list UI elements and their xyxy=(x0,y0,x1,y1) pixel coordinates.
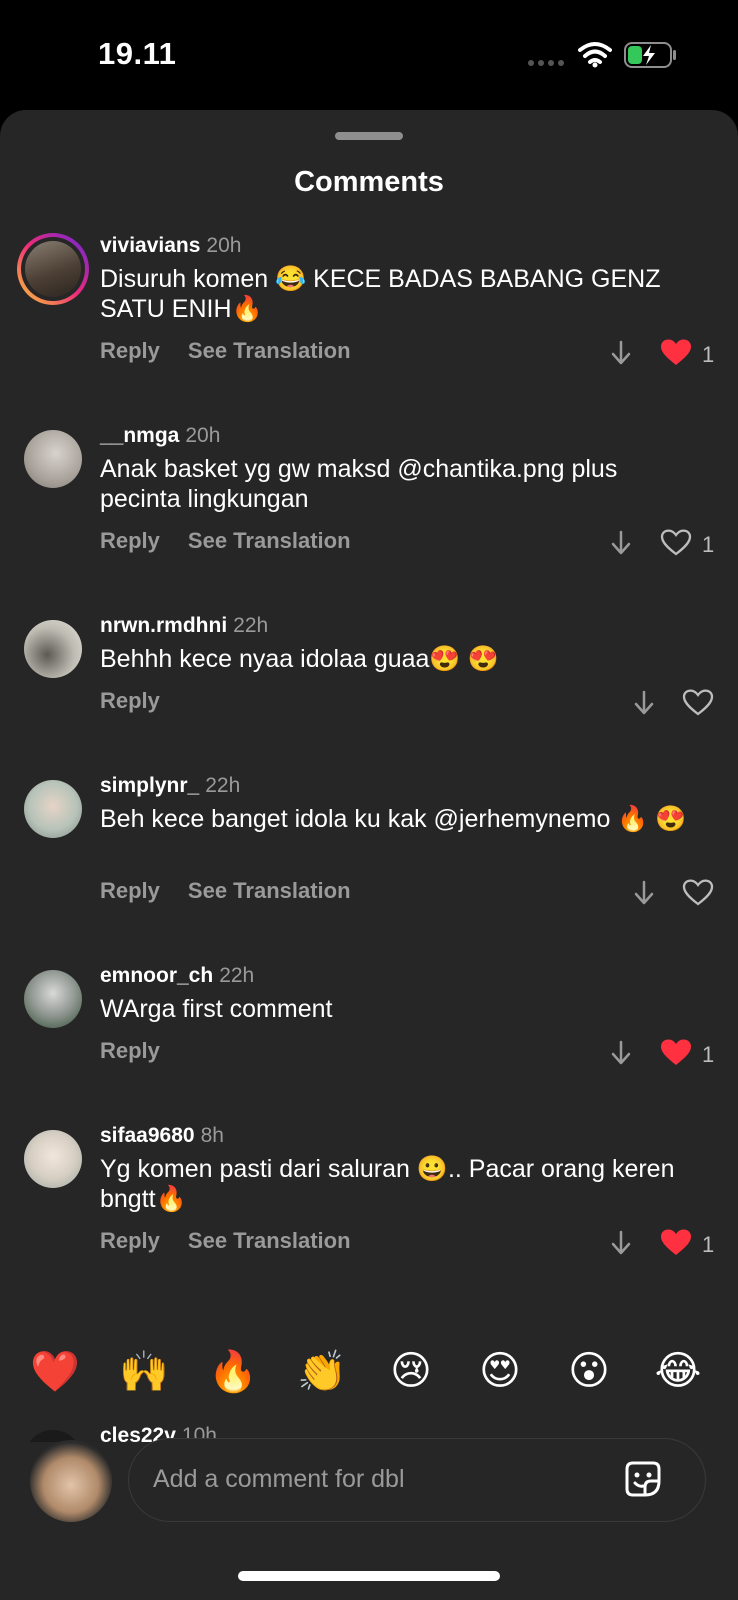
comment-actions: Reply See Translation xyxy=(100,528,379,554)
like-count: 1 xyxy=(702,342,715,367)
comment-text: Behhh kece nyaa idolaa guaa😍 😍 xyxy=(100,645,499,673)
comment-text: Yg komen pasti dari saluran 😀.. Pacar or… xyxy=(100,1155,675,1213)
heart-filled-icon[interactable] xyxy=(660,1038,692,1066)
reaction-clapping-hands[interactable]: 👏 xyxy=(292,1348,352,1395)
avatar[interactable] xyxy=(24,430,82,488)
like-count: 1 xyxy=(702,1232,715,1257)
comment-meta: __nmga 20h xyxy=(100,424,220,448)
reply-button[interactable]: Reply xyxy=(100,528,160,553)
avatar[interactable] xyxy=(24,780,82,838)
comment-text: Beh kece banget idola ku kak @jerhemynem… xyxy=(100,805,687,833)
comment-actions: Reply xyxy=(100,1038,188,1064)
down-arrow-icon[interactable] xyxy=(633,690,655,716)
comment-username[interactable]: viviavians xyxy=(100,234,200,257)
reaction-tears-of-joy[interactable]: 😂 xyxy=(648,1348,708,1394)
reply-button[interactable]: Reply xyxy=(100,338,160,363)
comment-time: 20h xyxy=(206,234,242,257)
status-bar: 19.11 xyxy=(0,0,738,110)
heart-filled-icon[interactable] xyxy=(660,1228,692,1256)
sticker-icon[interactable] xyxy=(621,1457,665,1501)
comment-time: 22h xyxy=(219,964,255,987)
cellular-signal-icon xyxy=(528,60,568,68)
avatar[interactable] xyxy=(24,970,82,1028)
comment-text: Anak basket yg gw maksd @chantika.png pl… xyxy=(100,455,618,513)
comment-actions: Reply See Translation xyxy=(100,1228,379,1254)
see-translation-button[interactable]: See Translation xyxy=(188,1228,351,1253)
comment-actions: Reply See Translation xyxy=(100,338,379,364)
sheet-title: Comments xyxy=(294,166,444,198)
avatar[interactable] xyxy=(24,1130,82,1188)
like-count: 1 xyxy=(702,532,715,557)
see-translation-button[interactable]: See Translation xyxy=(188,528,351,553)
comment-username[interactable]: emnoor_ch xyxy=(100,964,213,987)
avatar[interactable] xyxy=(24,620,82,678)
battery-charging-icon xyxy=(624,42,676,68)
comment-time: 22h xyxy=(233,614,269,637)
down-arrow-icon[interactable] xyxy=(610,1040,632,1066)
heart-filled-icon[interactable] xyxy=(660,338,692,366)
reply-button[interactable]: Reply xyxy=(100,1038,160,1063)
reaction-surprised-face[interactable]: 😮 xyxy=(559,1348,619,1394)
reply-button[interactable]: Reply xyxy=(100,688,160,713)
reaction-red-heart[interactable]: ❤️ xyxy=(25,1348,85,1395)
comment-username[interactable]: nrwn.rmdhni xyxy=(100,614,227,637)
sheet-grabber[interactable] xyxy=(335,132,403,140)
heart-icon[interactable] xyxy=(682,878,714,906)
reply-button[interactable]: Reply xyxy=(100,878,160,903)
comment-meta: nrwn.rmdhni 22h xyxy=(100,614,268,638)
comment-input[interactable]: Add a comment for dbl xyxy=(128,1438,706,1522)
comment-meta: sifaa9680 8h xyxy=(100,1124,224,1148)
comment-meta: viviavians 20h xyxy=(100,234,241,258)
comment-text: WArga first comment xyxy=(100,995,333,1023)
down-arrow-icon[interactable] xyxy=(610,1230,632,1256)
heart-icon[interactable] xyxy=(682,688,714,716)
home-indicator[interactable] xyxy=(238,1571,500,1581)
comment-actions: Reply xyxy=(100,688,188,714)
like-count: 1 xyxy=(702,1042,715,1067)
avatar[interactable] xyxy=(17,233,89,305)
comment-text: Disuruh komen 😂 KECE BADAS BABANG GENZ S… xyxy=(100,265,661,323)
comment-username[interactable]: __nmga xyxy=(100,424,179,447)
see-translation-button[interactable]: See Translation xyxy=(188,878,351,903)
status-time: 19.11 xyxy=(98,36,177,71)
down-arrow-icon[interactable] xyxy=(610,530,632,556)
reaction-heart-eyes[interactable]: 😍 xyxy=(470,1348,530,1394)
down-arrow-icon[interactable] xyxy=(610,340,632,366)
comment-meta: emnoor_ch 22h xyxy=(100,964,254,988)
comment-username[interactable]: sifaa9680 xyxy=(100,1124,195,1147)
quick-reactions-bar: ❤️ 🙌 🔥 👏 😢 😍 😮 😂 xyxy=(0,1348,738,1418)
reply-button[interactable]: Reply xyxy=(100,1228,160,1253)
wifi-icon xyxy=(578,42,612,68)
comment-time: 22h xyxy=(205,774,241,797)
comment-actions: Reply See Translation xyxy=(100,878,379,904)
down-arrow-icon[interactable] xyxy=(633,880,655,906)
comments-sheet: Comments viviavians 20h Disuruh komen 😂 K… xyxy=(0,110,738,1600)
reaction-crying-face[interactable]: 😢 xyxy=(381,1348,441,1394)
comment-list[interactable]: viviavians 20h Disuruh komen 😂 KECE BADAS… xyxy=(0,232,738,1442)
comment-time: 8h xyxy=(200,1124,224,1147)
comment-time: 20h xyxy=(185,424,221,447)
comment-username[interactable]: simplynr_ xyxy=(100,774,199,797)
see-translation-button[interactable]: See Translation xyxy=(188,338,351,363)
comment-meta: simplynr_ 22h xyxy=(100,774,240,798)
current-user-avatar xyxy=(30,1440,112,1522)
reaction-raising-hands[interactable]: 🙌 xyxy=(114,1348,174,1395)
heart-icon[interactable] xyxy=(660,528,692,556)
comment-input-placeholder: Add a comment for dbl xyxy=(153,1465,405,1493)
reaction-fire[interactable]: 🔥 xyxy=(203,1348,263,1395)
